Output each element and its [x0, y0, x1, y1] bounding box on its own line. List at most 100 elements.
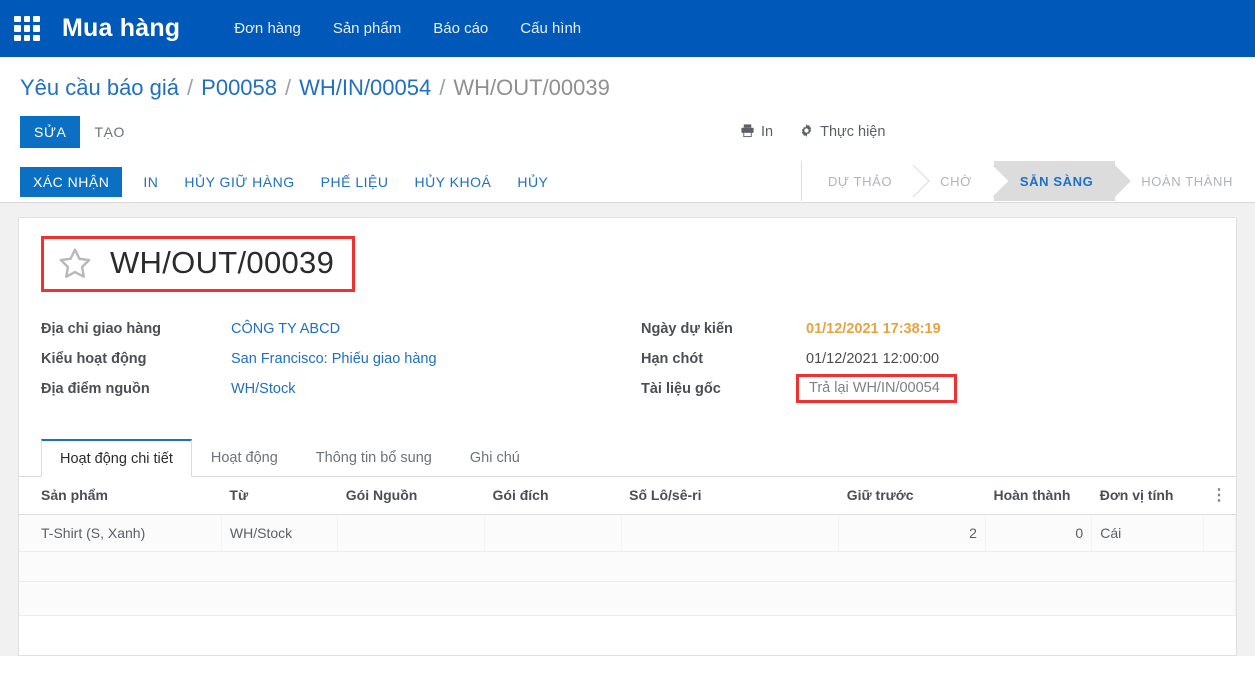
breadcrumb-item-current: WH/OUT/00039: [453, 75, 610, 100]
menu-item-products[interactable]: Sản phẩm: [333, 20, 401, 37]
action-label: Thực hiện: [820, 124, 886, 140]
breadcrumb-separator: /: [187, 75, 194, 100]
status-bar: XÁC NHẬN IN HỦY GIỮ HÀNG PHẾ LIỆU HỦY KH…: [0, 161, 1255, 203]
field-source-location: Địa điểm nguồn WH/Stock: [41, 378, 641, 400]
record-action-menus: In Thực hiện: [740, 123, 885, 142]
column-reserved[interactable]: Giữ trước: [838, 477, 986, 515]
form-fields-right: Ngày dự kiến 01/12/2021 17:38:19 Hạn chó…: [641, 318, 957, 403]
menu-item-configuration[interactable]: Cấu hình: [520, 20, 581, 37]
table-body: T-Shirt (S, Xanh) WH/Stock 2 0 Cái: [19, 514, 1237, 616]
cell-product[interactable]: T-Shirt (S, Xanh): [19, 514, 222, 552]
apps-grid-icon[interactable]: [14, 15, 40, 42]
field-deadline: Hạn chót 01/12/2021 12:00:00: [641, 348, 957, 370]
field-scheduled-date: Ngày dự kiến 01/12/2021 17:38:19: [641, 318, 957, 340]
confirm-button[interactable]: XÁC NHẬN: [20, 166, 123, 197]
cell-lot-serial[interactable]: [621, 514, 840, 552]
print-menu[interactable]: In: [740, 123, 773, 142]
unreserve-button[interactable]: HỦY GIỮ HÀNG: [171, 167, 307, 197]
status-step-ready[interactable]: SẴN SÀNG: [993, 161, 1116, 201]
field-label: Ngày dự kiến: [641, 321, 733, 337]
cell-from[interactable]: WH/Stock: [221, 514, 339, 552]
print-button[interactable]: IN: [130, 167, 171, 197]
star-outline-icon[interactable]: [58, 246, 92, 280]
record-title-row: WH/OUT/00039: [41, 236, 1214, 292]
cell-uom[interactable]: Cái: [1091, 514, 1204, 552]
cancel-button[interactable]: HỦY: [504, 167, 561, 197]
notebook-tabs: Hoạt động chi tiết Hoạt động Thông tin b…: [19, 438, 1236, 477]
table-empty-cell: [19, 551, 1236, 582]
source-document-highlight-box: Trả lại WH/IN/00054: [796, 373, 957, 403]
field-operation-type: Kiểu hoạt động San Francisco: Phiếu giao…: [41, 348, 641, 370]
breadcrumb-item-receipt[interactable]: WH/IN/00054: [299, 75, 431, 101]
form-fields: Địa chỉ giao hàng CÔNG TY ABCD Kiểu hoạt…: [41, 318, 1214, 403]
breadcrumb-item-po[interactable]: P00058: [201, 75, 277, 101]
field-label: Địa chỉ giao hàng: [41, 321, 162, 337]
breadcrumb: Yêu cầu báo giá / P00058 / WH/IN/00054 /…: [20, 75, 1255, 101]
column-options: ⋮: [1203, 477, 1236, 515]
column-dest-package[interactable]: Gói đích: [484, 477, 622, 515]
column-from[interactable]: Từ: [221, 477, 338, 515]
form-background: WH/OUT/00039 Địa chỉ giao hàng CÔNG TY A…: [0, 203, 1255, 656]
table-row[interactable]: T-Shirt (S, Xanh) WH/Stock 2 0 Cái: [19, 514, 1237, 552]
status-step-draft[interactable]: DỰ THẢO: [801, 161, 915, 201]
print-label: In: [761, 124, 774, 140]
unlock-button[interactable]: HỦY KHOÁ: [401, 167, 504, 197]
gear-icon: [799, 123, 814, 142]
table-header-row: Sản phẩm Từ Gói Nguồn Gói đích Số Lô/sê-…: [19, 477, 1236, 515]
scrap-button[interactable]: PHẾ LIỆU: [308, 167, 402, 197]
field-label: Địa điểm nguồn: [41, 381, 150, 397]
field-label: Kiểu hoạt động: [41, 351, 147, 367]
vertical-dots-icon[interactable]: ⋮: [1211, 488, 1227, 504]
field-value[interactable]: CÔNG TY ABCD: [231, 321, 340, 337]
move-lines-table: Sản phẩm Từ Gói Nguồn Gói đích Số Lô/sê-…: [19, 477, 1237, 616]
tab-operations[interactable]: Hoạt động: [192, 438, 297, 476]
field-value: 01/12/2021 12:00:00: [806, 351, 940, 367]
field-value[interactable]: San Francisco: Phiếu giao hàng: [231, 351, 437, 367]
table-filler-row: [19, 581, 1236, 616]
form-sheet: WH/OUT/00039 Địa chỉ giao hàng CÔNG TY A…: [18, 217, 1237, 656]
cell-dest-package[interactable]: [484, 514, 622, 552]
breadcrumb-item-rfq[interactable]: Yêu cầu báo giá: [20, 75, 179, 101]
column-product[interactable]: Sản phẩm: [19, 477, 222, 515]
column-done[interactable]: Hoàn thành: [985, 477, 1092, 515]
menu-item-reports[interactable]: Báo cáo: [433, 20, 488, 37]
top-navbar: Mua hàng Đơn hàng Sản phẩm Báo cáo Cấu h…: [0, 0, 1255, 57]
create-button[interactable]: TẠO: [80, 116, 139, 148]
edit-button[interactable]: SỬA: [20, 116, 81, 148]
cell-reserved[interactable]: 2: [838, 514, 986, 552]
table-header: Sản phẩm Từ Gói Nguồn Gói đích Số Lô/sê-…: [19, 477, 1236, 515]
cell-source-package[interactable]: [337, 514, 486, 552]
breadcrumb-separator: /: [439, 75, 446, 100]
tab-detailed-operations[interactable]: Hoạt động chi tiết: [41, 439, 192, 477]
field-value: 01/12/2021 17:38:19: [806, 321, 941, 337]
field-delivery-address: Địa chỉ giao hàng CÔNG TY ABCD: [41, 318, 641, 340]
status-step-done[interactable]: HOÀN THÀNH: [1115, 161, 1255, 201]
app-brand-title[interactable]: Mua hàng: [62, 14, 180, 43]
menu-item-orders[interactable]: Đơn hàng: [234, 20, 301, 37]
field-value: Trả lại WH/IN/00054: [809, 379, 940, 396]
main-menu: Đơn hàng Sản phẩm Báo cáo Cấu hình: [234, 20, 581, 37]
status-pipeline: DỰ THẢO CHỜ SẴN SÀNG HOÀN THÀNH: [800, 161, 1255, 201]
breadcrumb-area: Yêu cầu báo giá / P00058 / WH/IN/00054 /…: [0, 57, 1255, 101]
field-label: Tài liệu gốc: [641, 381, 721, 397]
action-menu[interactable]: Thực hiện: [799, 123, 885, 142]
tab-additional-info[interactable]: Thông tin bổ sung: [297, 438, 451, 476]
column-source-package[interactable]: Gói Nguồn: [337, 477, 485, 515]
table-filler-cell: [19, 581, 1236, 616]
column-uom[interactable]: Đơn vị tính: [1091, 477, 1204, 515]
title-highlight-box: WH/OUT/00039: [41, 236, 356, 292]
printer-icon: [740, 123, 755, 142]
page-title: WH/OUT/00039: [110, 245, 335, 280]
tab-notes[interactable]: Ghi chú: [451, 438, 539, 476]
field-label: Hạn chót: [641, 351, 704, 367]
cell-options: [1203, 514, 1237, 552]
breadcrumb-separator: /: [285, 75, 292, 100]
workflow-buttons: XÁC NHẬN IN HỦY GIỮ HÀNG PHẾ LIỆU HỦY KH…: [0, 161, 561, 202]
field-source-document: Tài liệu gốc Trả lại WH/IN/00054: [641, 373, 957, 403]
cell-done[interactable]: 0: [985, 514, 1093, 552]
form-fields-left: Địa chỉ giao hàng CÔNG TY ABCD Kiểu hoạt…: [41, 318, 641, 400]
record-controls: SỬA TẠO In Thực hiện: [0, 115, 1255, 149]
field-value[interactable]: WH/Stock: [231, 381, 295, 397]
column-lot-serial[interactable]: Số Lô/sê-ri: [621, 477, 839, 515]
table-empty-row: [19, 551, 1236, 582]
